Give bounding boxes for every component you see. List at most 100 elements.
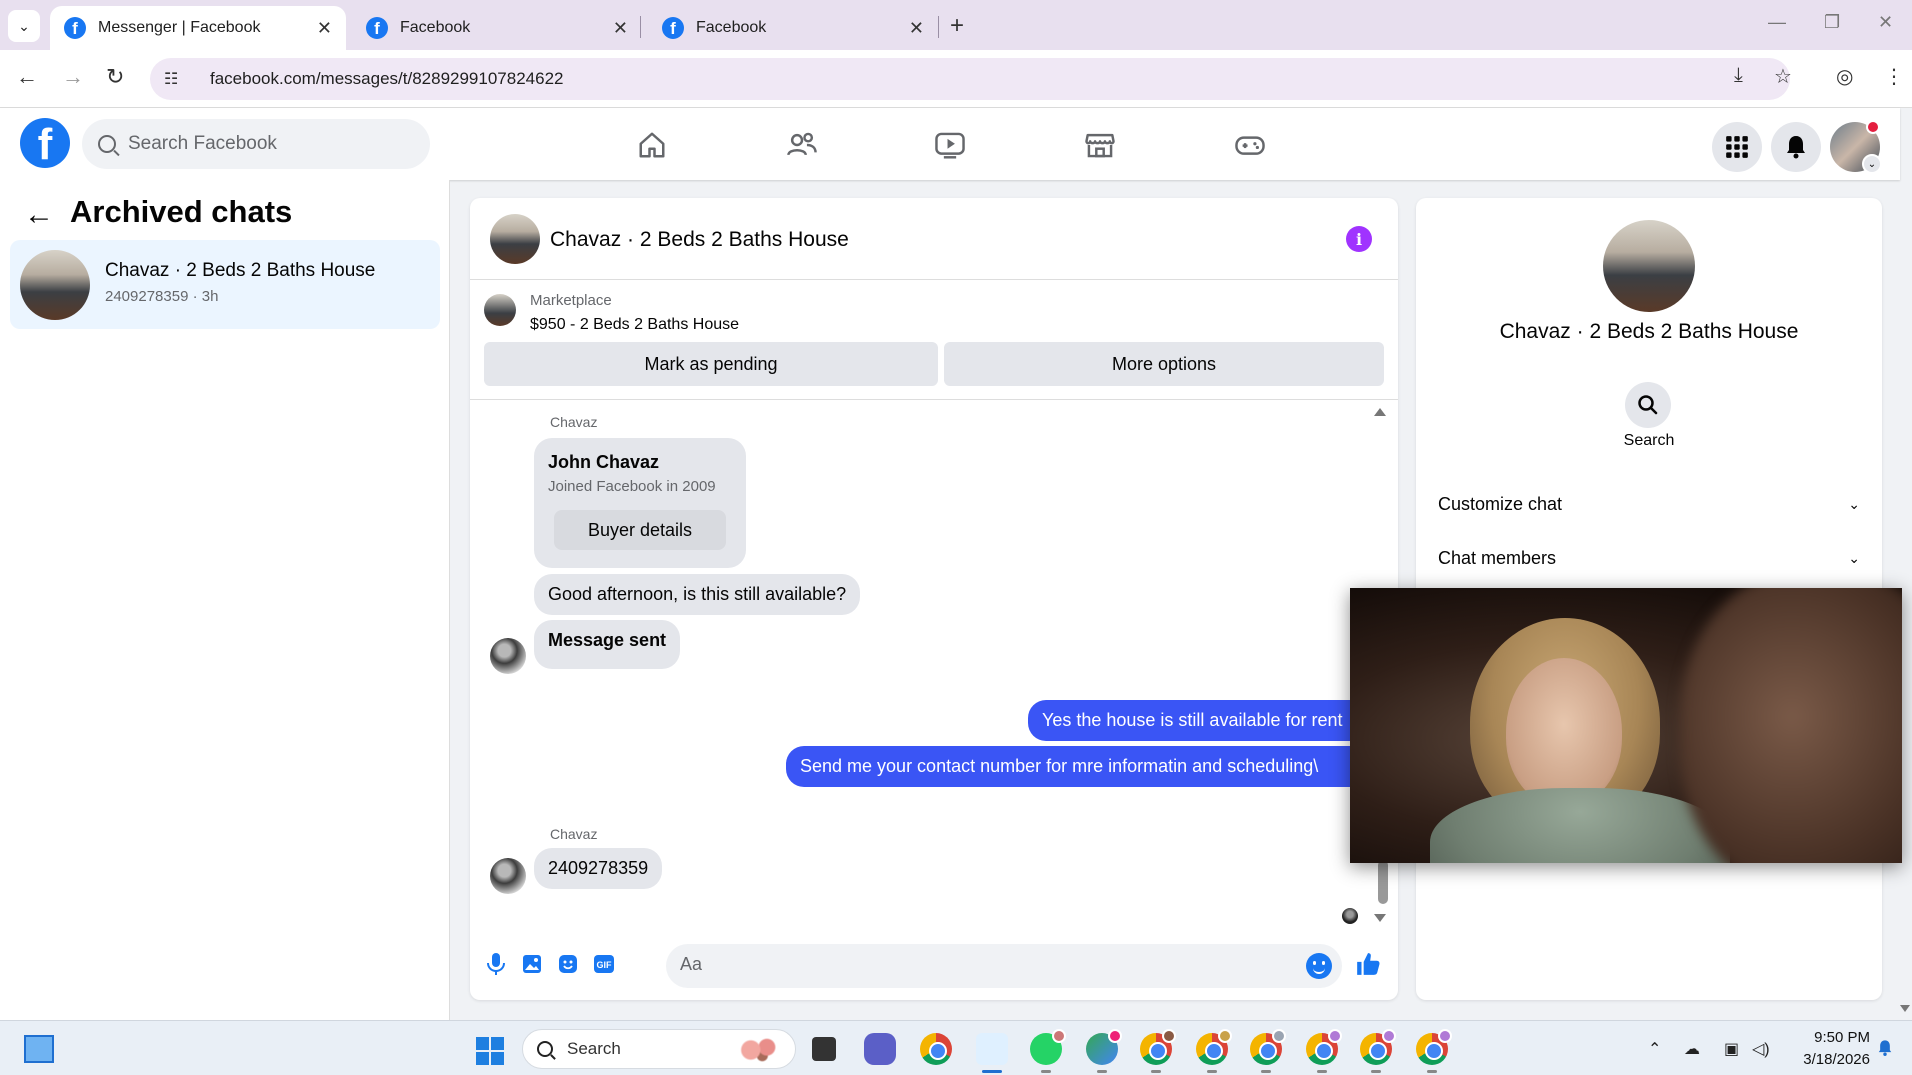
- scroll-down-arrow[interactable]: [1374, 914, 1386, 922]
- chevron-down-icon[interactable]: ⌄: [1862, 154, 1882, 174]
- volume-icon[interactable]: ◁): [1752, 1039, 1770, 1059]
- message-bubble[interactable]: 2409278359: [534, 848, 663, 889]
- snipping-tool-icon[interactable]: [976, 1033, 1008, 1065]
- microphone-icon[interactable]: [484, 952, 508, 976]
- listing-title[interactable]: $950 - 2 Beds 2 Baths House: [530, 316, 739, 334]
- forward-icon[interactable]: →: [62, 64, 84, 90]
- clock-time[interactable]: 9:50 PM: [1794, 1029, 1870, 1046]
- chrome-profile-icon[interactable]: [1250, 1029, 1286, 1065]
- message-bubble[interactable]: Good afternoon, is this still available?: [534, 574, 861, 615]
- sticker-icon[interactable]: [556, 952, 580, 976]
- onedrive-icon[interactable]: ☁: [1684, 1039, 1700, 1059]
- teams-icon[interactable]: [864, 1033, 896, 1065]
- network-icon[interactable]: ▣: [1724, 1039, 1739, 1059]
- menu-grid-button[interactable]: [1712, 122, 1762, 172]
- svg-text:GIF: GIF: [597, 960, 613, 970]
- notification-bell-icon[interactable]: [1876, 1039, 1894, 1057]
- facebook-search-box[interactable]: [82, 119, 430, 169]
- back-icon[interactable]: ←: [16, 64, 38, 90]
- browser-tab-facebook-2[interactable]: f Facebook ✕: [648, 6, 938, 50]
- app-running-indicator: [1207, 1070, 1217, 1073]
- search-in-conversation-button[interactable]: [1625, 382, 1671, 428]
- picture-in-picture-video[interactable]: [1350, 588, 1902, 863]
- info-icon[interactable]: i: [1346, 226, 1372, 252]
- app-running-indicator: [1317, 1070, 1327, 1073]
- whatsapp-icon[interactable]: [1030, 1029, 1066, 1065]
- listing-thumbnail[interactable]: [484, 294, 516, 326]
- chrome-profile-icon[interactable]: [1306, 1029, 1342, 1065]
- site-settings-icon[interactable]: ☷: [164, 69, 188, 89]
- scroll-up-arrow[interactable]: [1374, 408, 1386, 416]
- video-icon: [935, 132, 965, 159]
- photo-icon[interactable]: [520, 952, 544, 976]
- more-options-button[interactable]: More options: [944, 342, 1384, 386]
- reload-icon[interactable]: ↻: [106, 64, 124, 90]
- message-bubble[interactable]: Message sent: [534, 620, 681, 669]
- video-frame: [1680, 588, 1902, 863]
- app-running-indicator: [1261, 1070, 1271, 1073]
- section-label: Customize chat: [1438, 493, 1563, 514]
- back-arrow-icon[interactable]: ←: [24, 198, 54, 232]
- gaming-nav-button[interactable]: [1224, 122, 1276, 168]
- message-input[interactable]: [680, 954, 1280, 975]
- browser-tab-messenger[interactable]: f Messenger | Facebook ✕: [50, 6, 346, 50]
- active-app-indicator: [982, 1070, 1002, 1073]
- browser-tab-facebook-1[interactable]: f Facebook ✕: [352, 6, 642, 50]
- chrome-profile-icon[interactable]: [1360, 1029, 1396, 1065]
- chat-info-title: Chavaz · 2 Beds 2 Baths House: [1499, 320, 1799, 343]
- windows-start-icon[interactable]: [476, 1037, 504, 1065]
- chat-members-section[interactable]: Chat members ⌄: [1438, 538, 1860, 578]
- conversation-avatar[interactable]: [490, 214, 540, 264]
- customize-chat-section[interactable]: Customize chat ⌄: [1438, 484, 1860, 524]
- buyer-details-button[interactable]: Buyer details: [554, 510, 726, 550]
- chevron-up-icon[interactable]: ⌃: [1648, 1039, 1661, 1059]
- chrome-icon[interactable]: [920, 1033, 952, 1065]
- facebook-logo-icon[interactable]: f: [20, 118, 70, 168]
- section-label: Chat members: [1438, 547, 1557, 568]
- clock-date[interactable]: 3/18/2026: [1794, 1051, 1870, 1068]
- emoji-icon[interactable]: [1306, 953, 1332, 979]
- marketplace-nav-button[interactable]: [1074, 122, 1126, 168]
- friends-nav-button[interactable]: [776, 122, 828, 168]
- close-icon[interactable]: ✕: [909, 18, 924, 39]
- chrome-profile-icon[interactable]: [1196, 1029, 1232, 1065]
- close-window-icon[interactable]: ✕: [1878, 12, 1893, 33]
- close-icon[interactable]: ✕: [613, 18, 628, 39]
- contact-avatar[interactable]: [490, 858, 526, 894]
- new-tab-button[interactable]: +: [950, 12, 964, 40]
- message-list: Chavaz John Chavaz Joined Facebook in 20…: [470, 400, 1398, 930]
- page-scroll-down-arrow[interactable]: [1900, 1005, 1910, 1012]
- file-explorer-icon[interactable]: [812, 1037, 836, 1061]
- message-input-box[interactable]: [666, 944, 1342, 988]
- conversation-title[interactable]: Chavaz · 2 Beds 2 Baths House: [550, 228, 849, 252]
- profile-icon[interactable]: ◎: [1836, 64, 1853, 89]
- taskbar-search[interactable]: Search: [522, 1029, 796, 1069]
- chrome-profile-icon[interactable]: [1416, 1029, 1452, 1065]
- thumbs-up-icon[interactable]: [1354, 950, 1382, 978]
- sent-message-bubble[interactable]: Yes the house is still available for ren…: [1028, 700, 1398, 741]
- chat-list-item[interactable]: Chavaz · 2 Beds 2 Baths House 2409278359…: [10, 240, 440, 329]
- gif-icon[interactable]: GIF: [592, 952, 616, 976]
- contact-avatar[interactable]: [490, 638, 526, 674]
- tab-search-button[interactable]: ⌄: [8, 10, 40, 42]
- browser-menu-icon[interactable]: ⋮: [1884, 64, 1904, 89]
- chat-info-avatar[interactable]: [1603, 220, 1695, 312]
- minimize-icon[interactable]: —: [1768, 12, 1786, 33]
- install-app-icon[interactable]: ⤓: [1734, 64, 1743, 87]
- restore-icon[interactable]: ❐: [1824, 12, 1840, 33]
- home-nav-button[interactable]: [626, 122, 678, 168]
- watch-nav-button[interactable]: [924, 122, 976, 168]
- chrome-profile-icon[interactable]: [1140, 1029, 1176, 1065]
- mark-as-pending-button[interactable]: Mark as pending: [484, 342, 938, 386]
- message-composer: GIF: [470, 930, 1398, 1000]
- close-icon[interactable]: ✕: [317, 18, 332, 39]
- notifications-button[interactable]: [1771, 122, 1821, 172]
- scrollbar-thumb[interactable]: [1378, 860, 1388, 904]
- sent-message-bubble[interactable]: Send me your contact number for mre info…: [786, 746, 1398, 787]
- bookmark-star-icon[interactable]: ☆: [1774, 64, 1792, 89]
- maps-icon[interactable]: [1086, 1029, 1122, 1065]
- facebook-search-input[interactable]: [128, 133, 418, 155]
- widgets-icon[interactable]: [24, 1035, 54, 1063]
- url-field[interactable]: ☷ facebook.com/messages/t/82892991078246…: [150, 58, 1790, 100]
- chevron-down-icon: ⌄: [1848, 549, 1860, 566]
